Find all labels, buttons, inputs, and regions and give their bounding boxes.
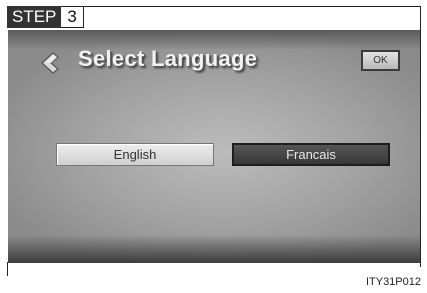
display-screen: Select Language OK English Francais [8,30,420,263]
step-label: STEP [7,6,62,28]
language-option-english[interactable]: English [56,143,214,166]
page-title: Select Language [78,46,258,71]
back-arrow-icon[interactable] [39,52,61,74]
step-indicator: STEP 3 [7,6,84,28]
step-number: 3 [61,6,84,28]
ok-button[interactable]: OK [361,50,400,71]
language-option-french[interactable]: Francais [232,143,390,166]
frame-left-border [7,262,8,276]
figure-code: ITY31P012 [365,276,421,288]
frame-right-border [420,6,421,267]
